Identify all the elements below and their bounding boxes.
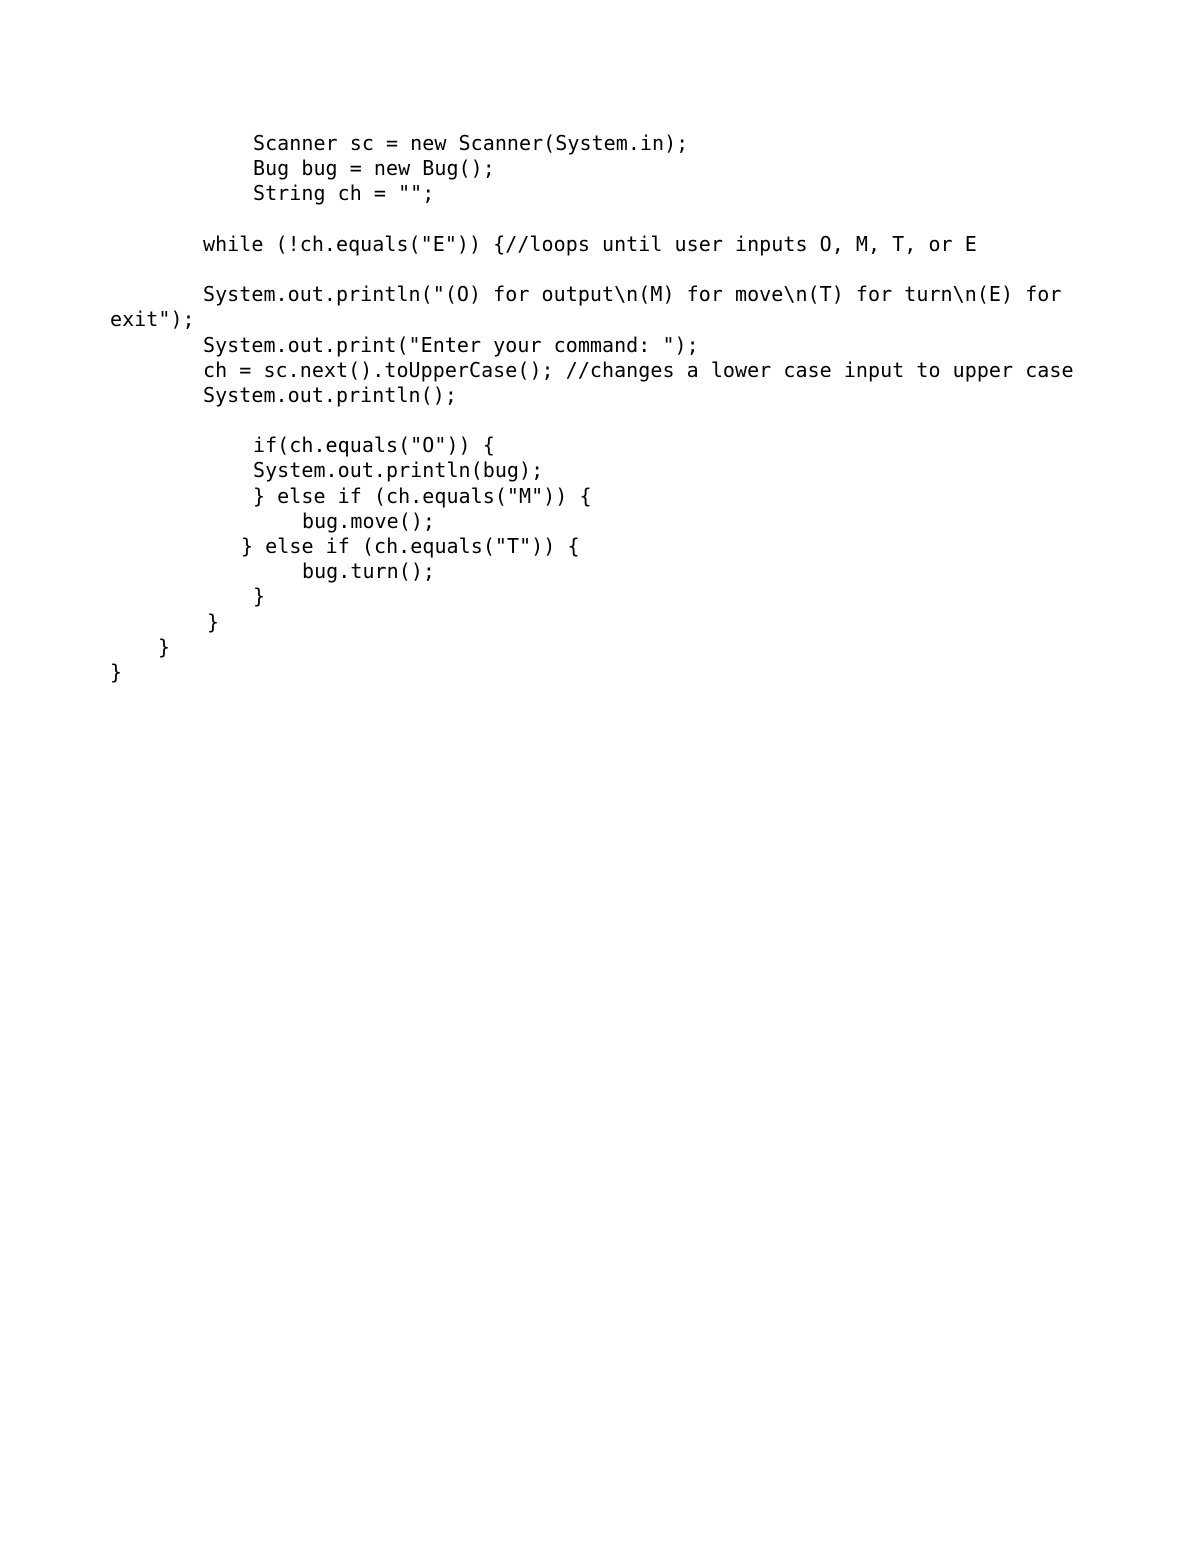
code-line: bug.turn(); [302, 559, 436, 584]
code-line: Scanner sc = new Scanner(System.in); [253, 131, 689, 155]
code-line: if(ch.equals("O")) { [253, 433, 495, 458]
code-line: exit"); [110, 307, 195, 332]
code-line: System.out.print("Enter your command: ")… [203, 332, 699, 357]
code-line: String ch = ""; [253, 181, 435, 206]
code-line: } [110, 659, 123, 684]
code-line: Bug bug = new Bug(); [253, 156, 495, 181]
code-line: } [253, 584, 266, 609]
document-page: Scanner sc = new Scanner(System.in); Bug … [0, 0, 1200, 1553]
code-line: System.out.println(bug); [253, 458, 544, 483]
code-line: } [207, 609, 220, 634]
code-listing: Scanner sc = new Scanner(System.in); Bug … [0, 131, 1200, 685]
code-line: } [158, 634, 171, 659]
code-line: System.out.println(); [203, 382, 457, 407]
code-line: while (!ch.equals("E")) {//loops until u… [203, 231, 977, 256]
code-line: } else if (ch.equals("M")) { [253, 483, 592, 508]
code-line: System.out.println("(O) for output\n(M) … [203, 282, 1062, 307]
code-line: } else if (ch.equals("T")) { [241, 534, 580, 558]
code-line: bug.move(); [302, 508, 436, 533]
code-line: ch = sc.next().toUpperCase(); //changes … [203, 357, 1074, 382]
